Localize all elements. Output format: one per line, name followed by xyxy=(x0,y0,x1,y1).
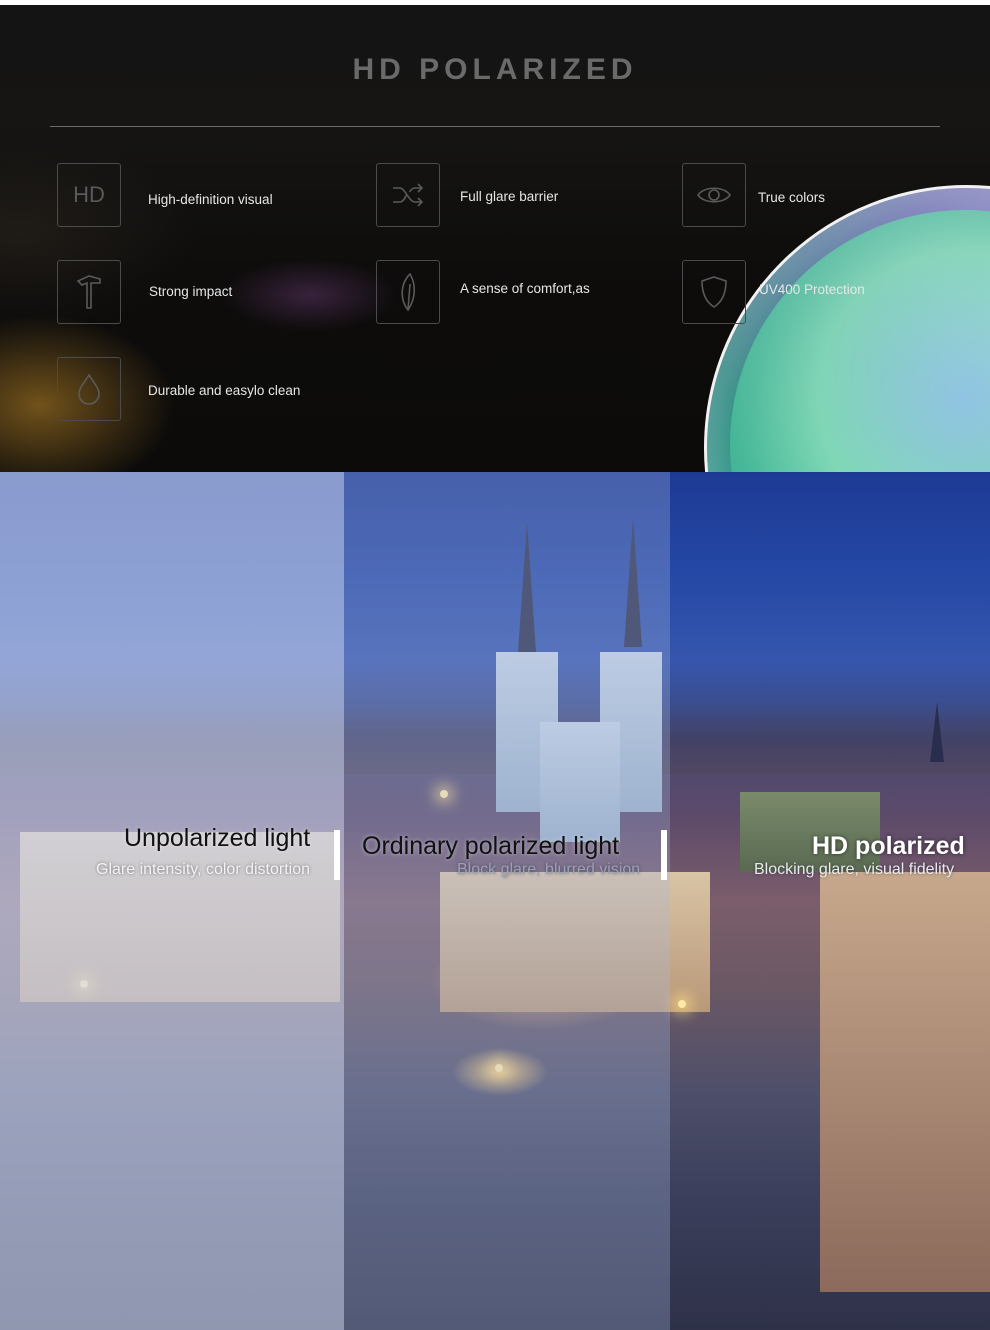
hd-icon-text: HD xyxy=(73,182,105,207)
title-divider xyxy=(50,126,940,127)
feature-label-colors: True colors xyxy=(758,190,826,205)
hammer-icon xyxy=(57,260,121,324)
feature-label-clean: Durable and easylo clean xyxy=(148,383,301,398)
comparison-photo: Unpolarized light Glare intensity, color… xyxy=(0,472,990,1330)
feature-label-impact: Strong impact xyxy=(149,284,233,299)
panel-subtitle-unpolarized: Glare intensity, color distortion xyxy=(96,861,311,878)
caption-divider xyxy=(661,830,667,880)
features-panel: HD POLARIZED HD High-definition visual F… xyxy=(0,5,990,472)
feature-label-uv400: UV400 Protection xyxy=(759,282,865,297)
caption-divider xyxy=(334,830,340,880)
feather-icon xyxy=(376,260,440,324)
hd-icon: HD xyxy=(57,163,121,227)
shuffle-icon xyxy=(376,163,440,227)
unpolarized-panel xyxy=(0,472,344,1330)
features-title: HD POLARIZED xyxy=(352,53,638,86)
shield-icon xyxy=(682,260,746,324)
panel-subtitle-hd: Blocking glare, visual fidelity xyxy=(754,861,955,878)
water-drop-icon xyxy=(57,357,121,421)
panel-title-hd: HD polarized xyxy=(812,832,965,860)
eye-icon xyxy=(682,163,746,227)
panel-title-ordinary: Ordinary polarized light xyxy=(362,832,620,860)
feature-label-glare: Full glare barrier xyxy=(460,189,559,204)
hd-polarized-panel xyxy=(670,472,990,1330)
feature-label-hd: High-definition visual xyxy=(148,192,273,207)
panel-title-unpolarized: Unpolarized light xyxy=(124,824,311,852)
lens-inner-graphic xyxy=(730,210,990,472)
panel-subtitle-ordinary: Block glare, blurred vision xyxy=(457,861,641,878)
ordinary-polarized-panel xyxy=(344,472,670,1330)
feature-label-comfort: A sense of comfort,as xyxy=(460,281,590,296)
